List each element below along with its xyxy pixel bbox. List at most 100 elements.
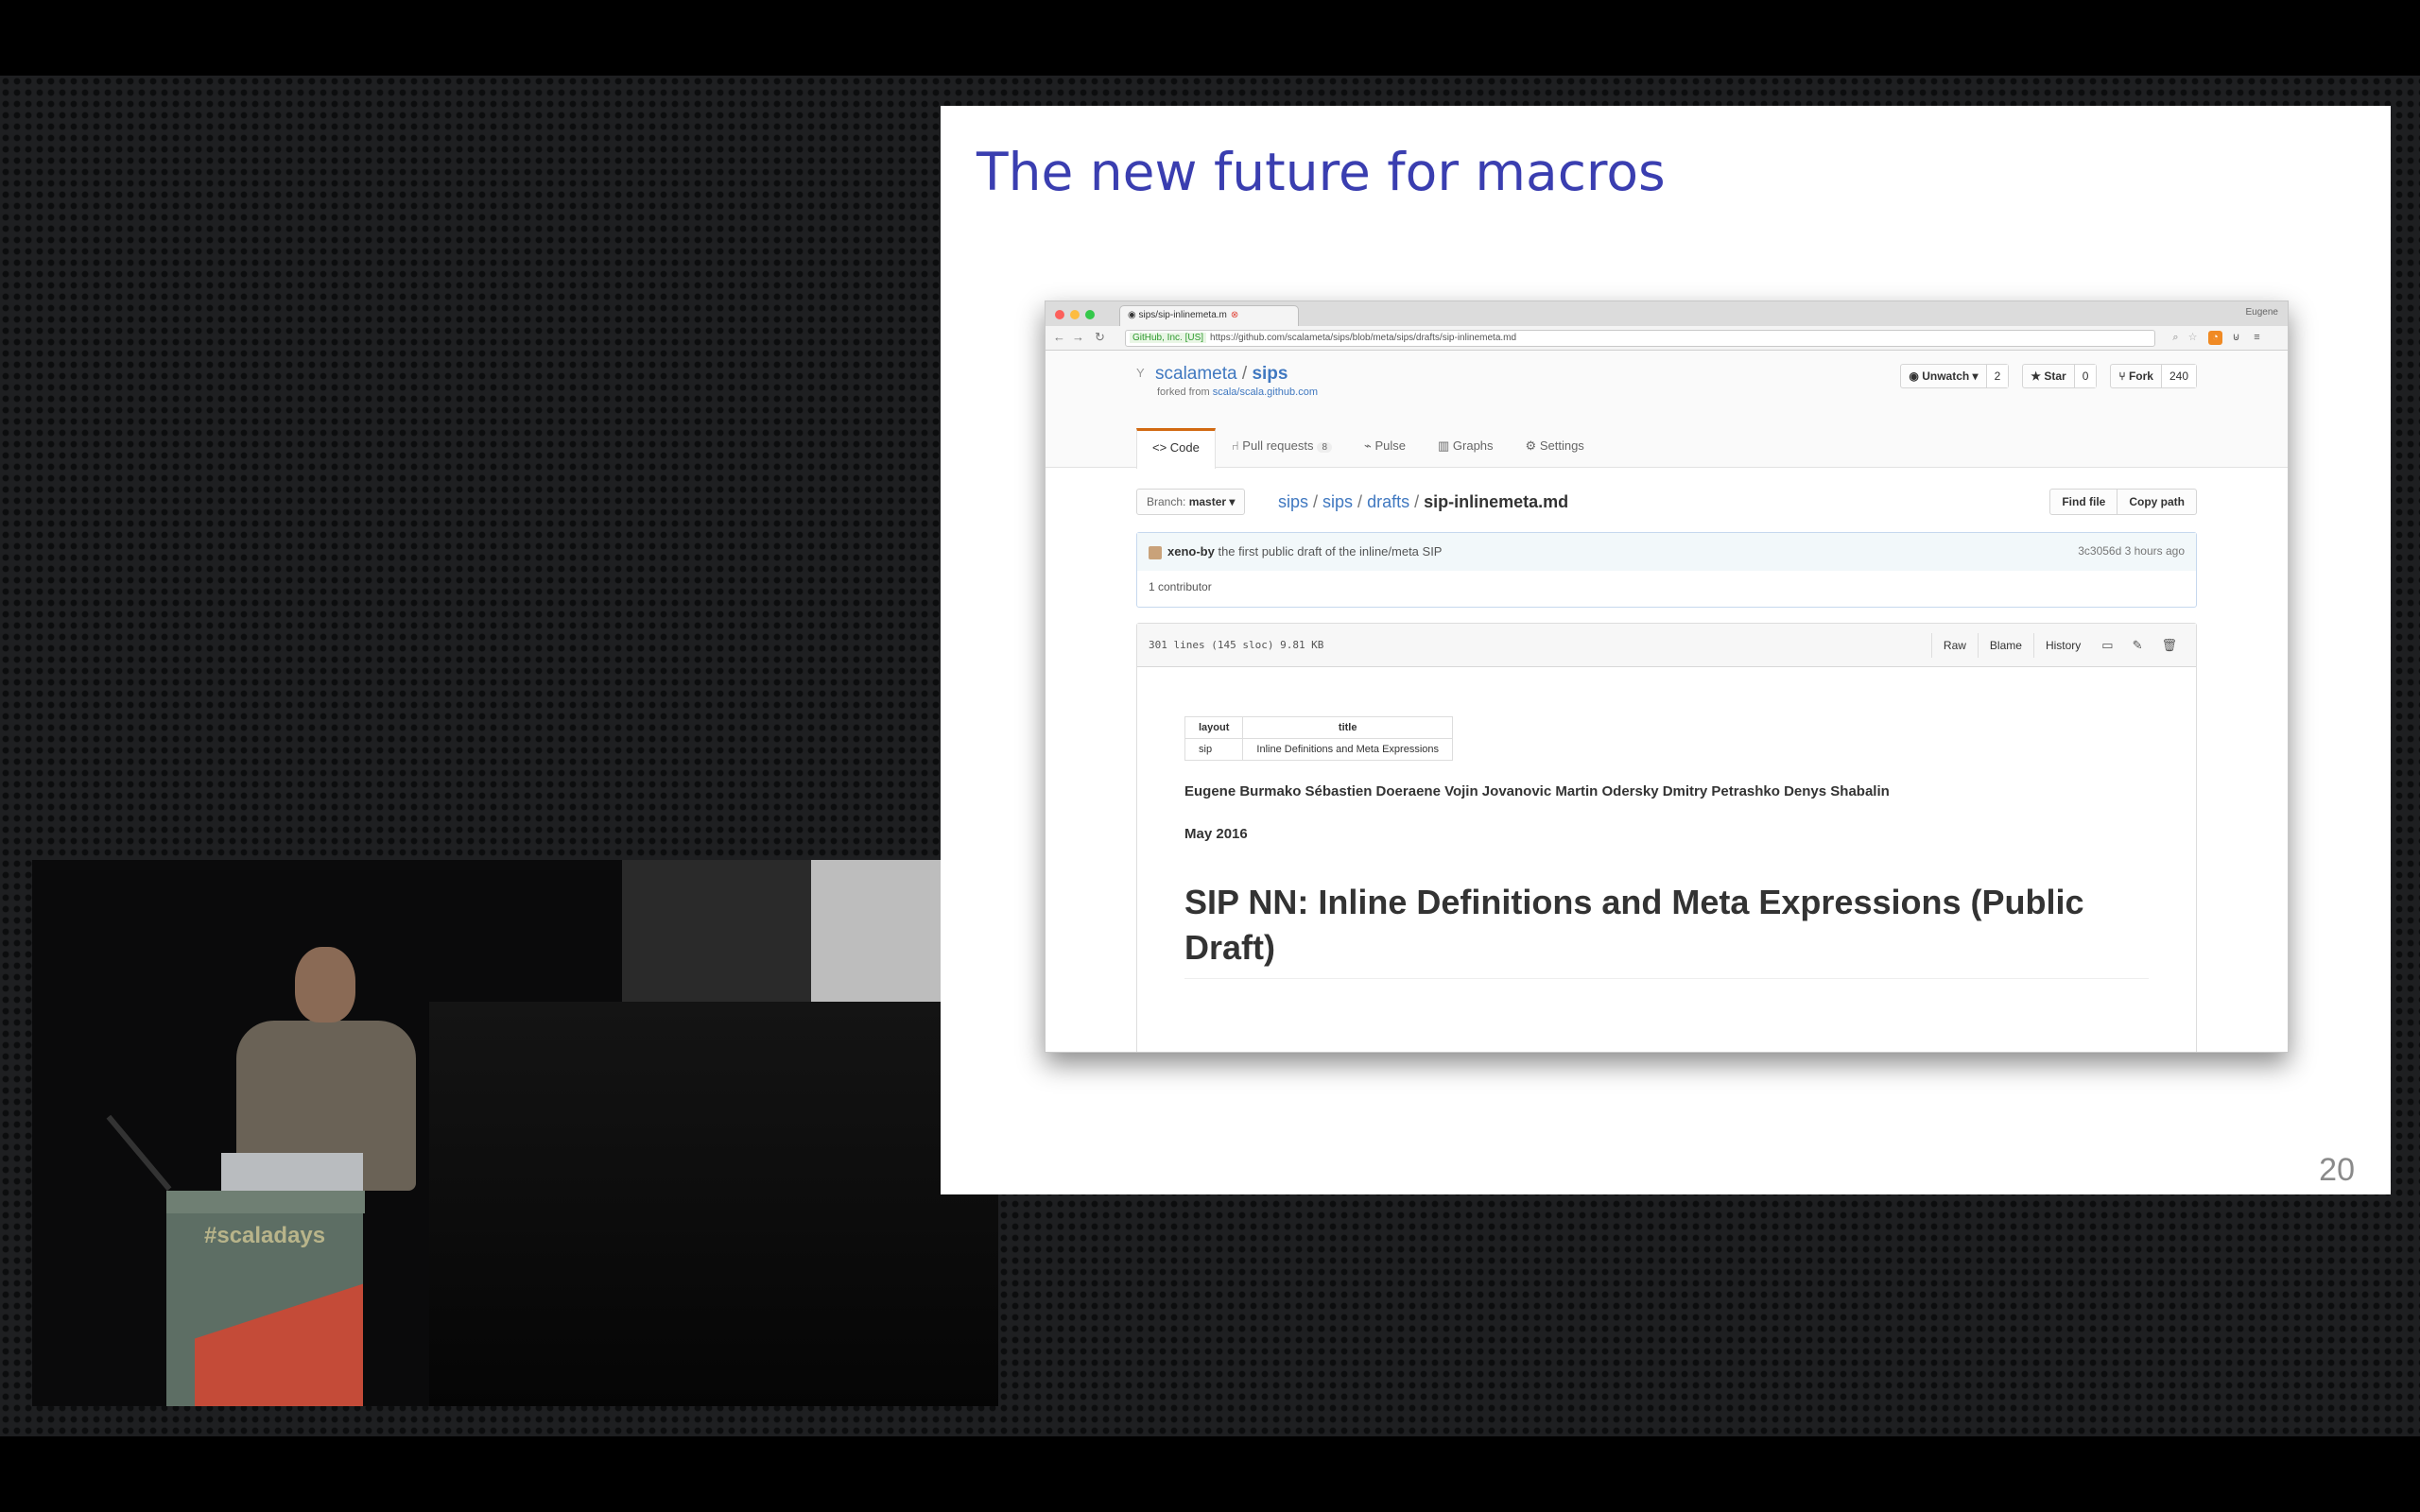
trash-icon[interactable]: 🗑 <box>2152 632 2187 659</box>
commit-author[interactable]: xeno-by <box>1167 544 1215 558</box>
file-actions: Find file Copy path <box>2049 489 2197 515</box>
watch-button[interactable]: ◉ Unwatch ▾ 2 <box>1900 364 2010 388</box>
tab-settings[interactable]: ⚙ Settings <box>1510 428 1600 469</box>
commit-message[interactable]: the first public draft of the inline/met… <box>1218 544 1442 558</box>
slide-number: 20 <box>2319 1152 2355 1188</box>
history-button[interactable]: History <box>2032 633 2092 658</box>
reload-icon[interactable]: ↻ <box>1095 330 1105 345</box>
lectern-top <box>166 1191 365 1213</box>
raw-button[interactable]: Raw <box>1930 633 1978 658</box>
table-header: layout <box>1184 716 1244 739</box>
search-icon[interactable]: ⌕ <box>2169 331 2183 345</box>
letterbox-top <box>0 0 2420 76</box>
rss-icon[interactable]: ◔ <box>2208 331 2222 345</box>
tab-pull-requests[interactable]: ⑁ Pull requests 8 <box>1216 428 1348 469</box>
slide-title: The new future for macros <box>977 142 1666 202</box>
star-count[interactable]: 0 <box>2073 365 2097 387</box>
letterbox-bottom <box>0 1436 2420 1512</box>
eye-icon: ◉ <box>1909 369 1923 383</box>
file-viewer: 301 lines (145 sloc) 9.81 KB Raw Blame H… <box>1136 623 2197 1052</box>
minimize-window-icon[interactable] <box>1070 310 1080 319</box>
forward-icon[interactable]: → <box>1072 330 1084 344</box>
branch-select[interactable]: Branch: master ▾ <box>1136 489 1246 515</box>
contributors-count[interactable]: 1 contributor <box>1137 571 2196 603</box>
address-bar[interactable]: GitHub, Inc. [US] https://github.com/scal… <box>1125 330 2155 347</box>
authors-line: Eugene Burmako Sébastien Doeraene Vojin … <box>1184 783 1890 799</box>
date-line: May 2016 <box>1184 826 1248 842</box>
browser-profile[interactable]: Eugene <box>2246 307 2278 318</box>
browser-tab[interactable]: ◉ sips/sip-inlinemeta.m ⊗ <box>1119 305 1299 326</box>
menu-icon[interactable]: ≡ <box>2250 331 2264 345</box>
breadcrumb-filename: sip-inlinemeta.md <box>1424 492 1569 511</box>
lectern-accent <box>195 1277 363 1406</box>
lectern: #scaladays <box>166 1213 363 1406</box>
blame-button[interactable]: Blame <box>1977 633 2033 658</box>
repo-header: Y scalameta / sips forked from scala/sca… <box>1046 351 2288 469</box>
back-icon[interactable]: ← <box>1053 330 1065 344</box>
url-text: https://github.com/scalameta/sips/blob/m… <box>1210 333 1517 343</box>
tab-close-icon[interactable]: ⊗ <box>1231 310 1238 320</box>
pull-request-icon: ⑁ <box>1231 438 1243 453</box>
stage-backdrop <box>429 1002 998 1406</box>
repo-title: scalameta / sips <box>1155 364 1288 384</box>
graph-icon: ▥ <box>1438 438 1453 453</box>
tab-pulse[interactable]: ⌁ Pulse <box>1348 428 1422 469</box>
tab-code[interactable]: <> Code <box>1136 428 1216 469</box>
star-button[interactable]: ★ Star 0 <box>2022 364 2098 388</box>
file-tools: Raw Blame History ▭ ✎ 🗑 <box>1930 632 2187 659</box>
fork-button[interactable]: ⑂ Fork 240 <box>2110 364 2197 388</box>
repo-owner-link[interactable]: scalameta <box>1155 364 1237 384</box>
microphone <box>106 1114 172 1192</box>
star-icon: ★ <box>2031 369 2045 383</box>
file-navigation: Branch: master ▾ sips / sips / drafts / … <box>1136 489 2197 517</box>
browser-tab-title: sips/sip-inlinemeta.m <box>1138 310 1227 320</box>
repo-nav-tabs: <> Code ⑁ Pull requests 8 ⌁ Pulse ▥ Graph… <box>1136 428 1600 469</box>
table-cell: sip <box>1184 738 1244 761</box>
repo-name-link[interactable]: sips <box>1252 364 1288 384</box>
laptop <box>221 1153 363 1191</box>
table-row: sip Inline Definitions and Meta Expressi… <box>1184 738 1454 761</box>
maximize-window-icon[interactable] <box>1085 310 1095 319</box>
browser-screenshot: ◉ sips/sip-inlinemeta.m ⊗ Eugene ← → ↻ Gi… <box>1045 301 2289 1053</box>
browser-tab-strip: ◉ sips/sip-inlinemeta.m ⊗ Eugene <box>1046 301 2288 326</box>
breadcrumb-link[interactable]: sips <box>1322 492 1353 511</box>
pulse-icon: ⌁ <box>1364 438 1375 453</box>
file-header: 301 lines (145 sloc) 9.81 KB Raw Blame H… <box>1137 624 2196 667</box>
github-icon: ◉ <box>1128 310 1139 320</box>
lectern-hashtag: #scaladays <box>204 1223 326 1248</box>
repo-forked-icon: Y <box>1136 366 1145 380</box>
copy-path-button[interactable]: Copy path <box>2118 489 2197 515</box>
sip-heading: SIP NN: Inline Definitions and Meta Expr… <box>1184 880 2149 979</box>
gear-icon: ⚙ <box>1525 438 1540 453</box>
avatar[interactable] <box>1149 545 1162 559</box>
pocket-icon[interactable]: ⊍ <box>2229 331 2243 345</box>
branch-name: master ▾ <box>1188 495 1236 508</box>
close-window-icon[interactable] <box>1055 310 1064 319</box>
breadcrumb-link[interactable]: sips <box>1278 492 1308 511</box>
forked-from: forked from scala/scala.github.com <box>1157 387 1318 398</box>
code-icon: <> <box>1152 440 1170 455</box>
breadcrumb: sips / sips / drafts / sip-inlinemeta.md <box>1278 492 1569 511</box>
watch-count[interactable]: 2 <box>1985 365 2009 387</box>
speaker-head <box>295 947 355 1022</box>
pull-request-count: 8 <box>1317 442 1333 453</box>
desktop-icon[interactable]: ▭ <box>2092 632 2122 659</box>
breadcrumb-link[interactable]: drafts <box>1367 492 1409 511</box>
tab-graphs[interactable]: ▥ Graphs <box>1422 428 1510 469</box>
table-header: title <box>1242 716 1454 739</box>
commit-sha-time[interactable]: 3c3056d 3 hours ago <box>2078 544 2185 558</box>
repo-actions: ◉ Unwatch ▾ 2 ★ Star 0 ⑂ Fork 240 <box>1900 364 2197 388</box>
speaker-video: #scaladays <box>32 860 998 1406</box>
markdown-body: layout title sip Inline Definitions and … <box>1184 716 2149 979</box>
file-info: 301 lines (145 sloc) 9.81 KB <box>1149 639 1324 651</box>
bookmark-star-icon[interactable]: ☆ <box>2186 331 2200 345</box>
forked-from-link[interactable]: scala/scala.github.com <box>1213 387 1318 398</box>
table-cell: Inline Definitions and Meta Expressions <box>1242 738 1454 761</box>
ev-certificate-badge: GitHub, Inc. [US] <box>1130 333 1207 343</box>
fork-count[interactable]: 240 <box>2160 365 2196 387</box>
edit-pencil-icon[interactable]: ✎ <box>2123 632 2152 659</box>
front-matter-table: layout title sip Inline Definitions and … <box>1184 716 1454 761</box>
latest-commit: xeno-by the first public draft of the in… <box>1136 532 2197 608</box>
presentation-slide: The new future for macros ◉ sips/sip-inl… <box>941 106 2391 1194</box>
find-file-button[interactable]: Find file <box>2049 489 2118 515</box>
